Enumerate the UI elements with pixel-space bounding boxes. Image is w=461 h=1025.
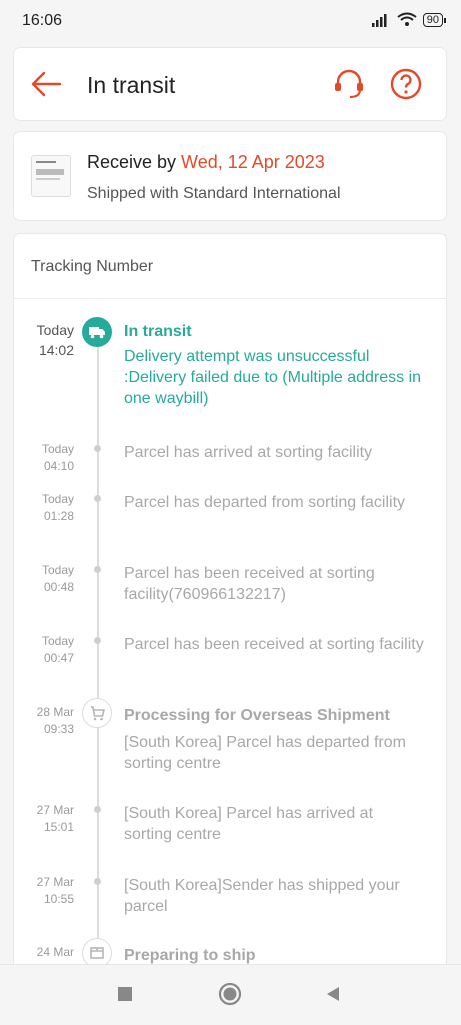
- event-date: 27 Mar: [36, 803, 74, 817]
- event-date: 27 Mar: [36, 875, 74, 889]
- event-date: Today: [41, 492, 74, 506]
- event-time: 09:33: [43, 722, 74, 736]
- event-description: Parcel has arrived at sorting facility: [124, 444, 373, 461]
- event-date: Today: [41, 563, 74, 577]
- header-card: In transit: [14, 48, 446, 120]
- event-description: [South Korea] Parcel has departed from s…: [124, 734, 406, 772]
- timeline-dot: [94, 878, 101, 885]
- timeline-dot: [94, 495, 101, 502]
- timeline-line: [97, 329, 99, 999]
- event-date: 28 Mar: [36, 705, 74, 719]
- back-nav-icon[interactable]: [324, 985, 342, 1003]
- event-description: [South Korea]Sender has shipped your par…: [124, 877, 400, 915]
- signal-icon: [371, 13, 387, 27]
- event-time: 04:10: [43, 459, 74, 473]
- event-date: 24 Mar: [36, 945, 74, 959]
- delivery-info-card[interactable]: Receive by Wed, 12 Apr 2023 Shipped with…: [14, 132, 446, 220]
- event-description: Parcel has been received at sorting faci…: [124, 636, 424, 653]
- receive-by-text: Receive by Wed, 12 Apr 2023: [87, 152, 325, 173]
- event-time: 14:02: [38, 342, 74, 358]
- receive-by-date: Wed, 12 Apr 2023: [181, 152, 325, 172]
- status-bar: 16:06 90: [0, 0, 461, 44]
- product-thumbnail: [31, 155, 71, 197]
- home-icon[interactable]: [218, 982, 242, 1006]
- tracking-card: Tracking Number Today 14:02 In transit D…: [14, 234, 446, 999]
- event-time: 00:47: [43, 651, 74, 665]
- event-title: Preparing to ship: [124, 947, 256, 964]
- event-time: 00:48: [43, 580, 74, 594]
- event-date: Today: [41, 442, 74, 456]
- timeline-dot: [94, 806, 101, 813]
- cart-icon: [82, 698, 112, 728]
- event-description: Parcel has been received at sorting faci…: [124, 565, 375, 603]
- status-icons: 90: [371, 12, 447, 27]
- event-date: Today: [36, 322, 74, 338]
- event-date: Today: [41, 634, 74, 648]
- receive-by-label: Receive by: [87, 152, 182, 172]
- system-nav-bar: [0, 964, 461, 1025]
- event-title: In transit: [124, 323, 192, 340]
- tracking-number-label: Tracking Number: [31, 258, 154, 275]
- wifi-icon: [397, 12, 417, 26]
- divider: [14, 298, 446, 299]
- page-title: In transit: [87, 72, 176, 98]
- event-time: 01:28: [43, 509, 74, 523]
- customer-service-icon[interactable]: [331, 66, 367, 102]
- event-description: Delivery attempt was unsuccessful :Deliv…: [124, 348, 422, 407]
- truck-icon: [82, 317, 112, 347]
- timeline-dot: [94, 445, 101, 452]
- event-time: 10:55: [43, 892, 74, 906]
- event-title: Processing for Overseas Shipment: [124, 707, 390, 724]
- timeline-dot: [94, 566, 101, 573]
- recents-icon[interactable]: [116, 985, 134, 1003]
- shipping-method: Shipped with Standard International: [87, 185, 341, 202]
- back-arrow-icon[interactable]: [30, 70, 62, 98]
- timeline-dot: [94, 637, 101, 644]
- help-icon[interactable]: [388, 66, 424, 102]
- event-time: 15:01: [43, 820, 74, 834]
- status-time: 16:06: [22, 12, 63, 29]
- event-description: [South Korea] Parcel has arrived at sort…: [124, 805, 374, 843]
- event-description: Parcel has departed from sorting facilit…: [124, 494, 406, 511]
- battery-icon: 90: [422, 12, 447, 27]
